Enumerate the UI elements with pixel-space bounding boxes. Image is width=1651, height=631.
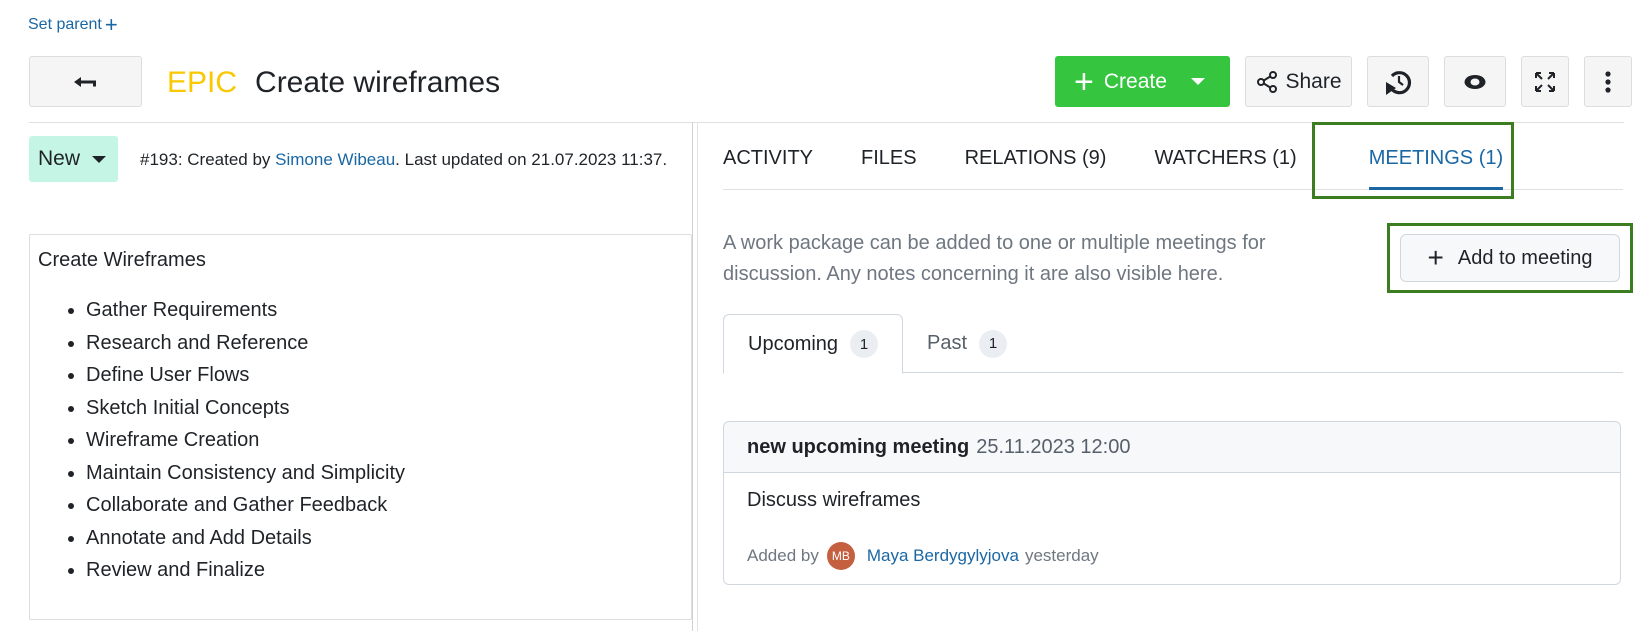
meeting-title-link[interactable]: new upcoming meeting — [747, 436, 969, 459]
added-when: yesterday — [1024, 546, 1099, 565]
tab-past-label: Past — [927, 332, 968, 354]
fullscreen-button[interactable] — [1521, 56, 1569, 107]
list-item: Gather Requirements — [86, 294, 683, 327]
type-label: EPIC — [167, 66, 238, 99]
work-package-title: EPIC Create wireframes — [167, 66, 500, 100]
meeting-footer: Added by MB Maya Berdygylyjova yesterday — [747, 542, 1597, 570]
plus-icon: + — [1427, 242, 1444, 273]
list-item: Review and Finalize — [86, 554, 683, 587]
tab-watchers[interactable]: WATCHERS (1) — [1154, 122, 1296, 190]
caret-down-icon — [92, 155, 107, 163]
back-button[interactable] — [29, 56, 142, 107]
tab-relations[interactable]: RELATIONS (9) — [965, 122, 1107, 190]
set-parent-label: Set parent — [28, 16, 102, 33]
add-to-meeting-label: Add to meeting — [1457, 246, 1593, 269]
list-item: Annotate and Add Details — [86, 522, 683, 555]
status-label: New — [38, 147, 81, 170]
list-item: Maintain Consistency and Simplicity — [86, 457, 683, 490]
list-item: Sketch Initial Concepts — [86, 392, 683, 425]
tab-past[interactable]: Past 1 — [903, 314, 1031, 373]
tab-files[interactable]: FILES — [861, 122, 917, 190]
panel-divider — [697, 122, 698, 631]
share-label: Share — [1285, 69, 1342, 93]
meeting-card: new upcoming meeting 25.11.2023 12:00 Di… — [723, 421, 1621, 585]
create-label: Create — [1103, 69, 1167, 93]
panel-resizer[interactable] — [692, 122, 693, 631]
tab-upcoming[interactable]: Upcoming 1 — [723, 314, 904, 374]
more-vertical-icon — [1605, 70, 1611, 93]
fullscreen-icon — [1535, 71, 1555, 92]
list-item: Wireframe Creation — [86, 424, 683, 457]
history-icon — [1386, 70, 1412, 95]
tab-upcoming-label: Upcoming — [748, 332, 839, 355]
add-to-meeting-button[interactable]: + Add to meeting — [1400, 234, 1620, 282]
subject[interactable]: Create wireframes — [255, 66, 500, 100]
activity-history-button[interactable] — [1367, 56, 1429, 107]
status-dropdown[interactable]: New — [29, 136, 118, 182]
description-list: Gather Requirements Research and Referen… — [38, 294, 683, 587]
watch-button[interactable] — [1444, 56, 1506, 107]
tab-activity[interactable]: ACTIVITY — [723, 122, 813, 190]
list-item: Define User Flows — [86, 359, 683, 392]
description-title: Create Wireframes — [38, 249, 206, 271]
list-item: Collaborate and Gather Feedback — [86, 489, 683, 522]
meta-suffix: . Last updated on 21.07.2023 11:37. — [395, 150, 668, 169]
tab-meetings[interactable]: MEETINGS (1) — [1345, 122, 1527, 190]
past-count-badge: 1 — [979, 329, 1008, 358]
back-arrow-icon — [73, 76, 96, 87]
plus-icon: + — [104, 12, 118, 37]
list-item: Research and Reference — [86, 327, 683, 360]
share-icon — [1257, 70, 1278, 93]
meeting-body: Discuss wireframes Added by MB Maya Berd… — [723, 473, 1621, 585]
created-info: #193: Created by Simone Wibeau. Last upd… — [140, 150, 667, 170]
eye-icon — [1464, 74, 1486, 89]
meeting-notes: Discuss wireframes — [747, 489, 921, 511]
set-parent-link[interactable]: Set parent + — [28, 12, 118, 37]
added-by-label: Added by — [747, 546, 819, 565]
tab-bar: ACTIVITY FILES RELATIONS (9) WATCHERS (1… — [723, 122, 1623, 190]
create-button[interactable]: + Create — [1055, 56, 1230, 107]
description-field[interactable]: Create Wireframes Gather Requirements Re… — [29, 234, 692, 620]
meetings-sub-tabs: Upcoming 1 Past 1 — [723, 314, 1623, 374]
plus-icon: + — [1074, 62, 1094, 101]
meeting-author-link[interactable]: Maya Berdygylyjova — [867, 546, 1019, 566]
meta-prefix: #193: Created by — [140, 150, 276, 169]
meeting-header: new upcoming meeting 25.11.2023 12:00 — [723, 421, 1621, 473]
avatar: MB — [826, 542, 855, 570]
meeting-datetime: 25.11.2023 12:00 — [976, 435, 1131, 458]
caret-down-icon — [1190, 78, 1205, 85]
author-link[interactable]: Simone Wibeau — [275, 150, 395, 169]
meetings-info-text: A work package can be added to one or mu… — [723, 232, 1266, 285]
toolbar: + Create Share — [1055, 56, 1632, 107]
share-button[interactable]: Share — [1245, 56, 1352, 107]
more-actions-button[interactable] — [1584, 56, 1632, 107]
upcoming-count-badge: 1 — [850, 330, 879, 358]
